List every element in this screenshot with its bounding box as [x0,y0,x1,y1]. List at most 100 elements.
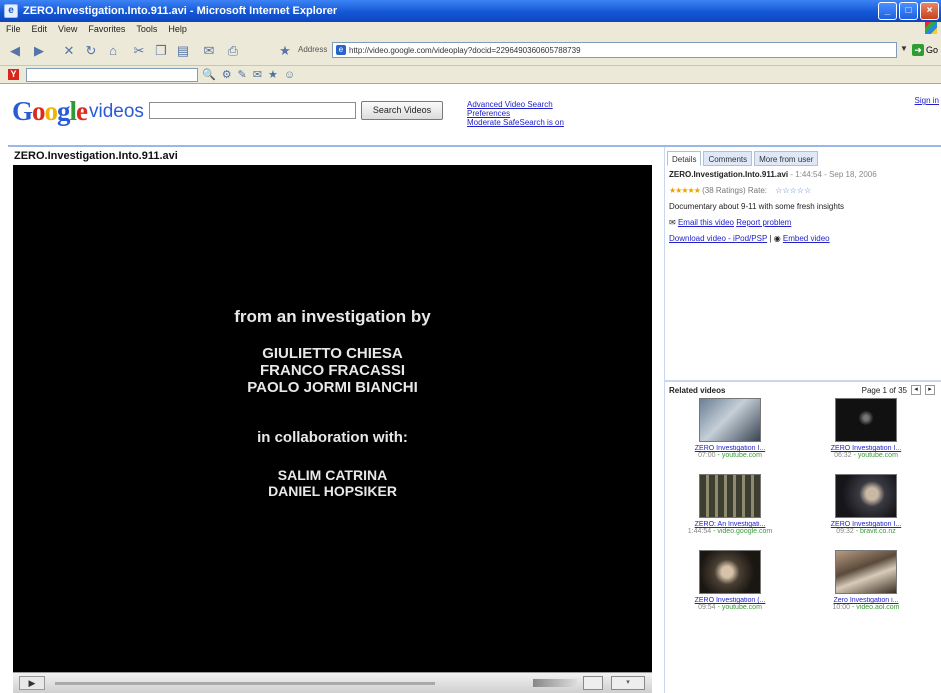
related-item[interactable]: ZERO Investigation I... 09:32 - bravit.c… [801,474,931,535]
credits-collaborators: SALIM CATRINA DANIEL HOPSIKER [13,467,652,499]
volume-slider[interactable] [533,679,577,687]
related-source: youtube.com [721,604,762,611]
window-titlebar: e ZERO.Investigation.Into.911.avi - Micr… [0,0,941,22]
seek-bar[interactable] [55,682,435,685]
embed-video-link[interactable]: Embed video [783,234,830,243]
logo-letter: o [44,96,58,126]
related-title[interactable]: ZERO Investigation I... [665,445,795,452]
related-item[interactable]: ZERO: An Investigati... 1:44:54 - video.… [665,474,795,535]
download-video-link[interactable]: Download video - iPod/PSP [669,234,767,243]
player-controls: ▶ ▾ [13,672,652,693]
rate-stars[interactable]: ☆☆☆☆☆ [775,186,811,195]
mail-icon[interactable]: ✉ [200,42,218,60]
related-thumbnail[interactable] [835,550,897,594]
logo-letter: e [76,96,88,126]
sign-in-link[interactable]: Sign in [915,96,939,105]
related-videos-panel: Related videos Page 1 of 35 ◂ ▸ ZERO Inv… [664,382,941,693]
favorites-icon[interactable]: ★ [276,42,294,60]
credits-lead: from an investigation by [234,307,431,326]
cut-icon[interactable]: ✂ [130,42,148,60]
related-title[interactable]: ZERO Investigation (... [665,597,795,604]
next-page-icon[interactable]: ▸ [925,385,935,395]
stop-icon[interactable]: ✕ [60,42,78,60]
video-title: ZERO.Investigation.Into.911.avi [14,150,178,162]
menu-edit[interactable]: Edit [32,24,48,34]
toolbar-icons[interactable]: 🔍⚙✎✉★☺ [202,68,301,81]
address-bar[interactable]: e http://video.google.com/videoplay?doci… [332,42,897,58]
minimize-button[interactable]: _ [878,2,897,20]
address-dropdown-icon[interactable]: ▼ [900,44,910,56]
menu-help[interactable]: Help [168,24,187,34]
address-url: http://video.google.com/videoplay?docid=… [349,45,581,55]
logo-letter: o [32,96,45,126]
related-duration: 06:32 [834,452,852,459]
logo-letter: G [12,96,33,126]
window-title: ZERO.Investigation.Into.911.avi - Micros… [23,5,338,17]
tab-details[interactable]: Details [667,151,702,166]
related-title[interactable]: ZERO: An Investigati... [665,521,795,528]
related-source: youtube.com [857,452,898,459]
video-search-input[interactable] [149,102,356,119]
toolbar-search-input[interactable] [26,68,198,82]
product-name: videos [89,101,144,122]
related-item[interactable]: ZERO Investigation (... 09:54 - youtube.… [665,550,795,611]
prev-page-icon[interactable]: ◂ [911,385,921,395]
ratings-count: (38 Ratings) Rate: [702,186,768,195]
advanced-search-link[interactable]: Advanced Video Search [467,100,564,109]
related-duration: 09:32 [836,528,854,535]
related-item[interactable]: ZERO Investigation I... 07:00 - youtube.… [665,398,795,459]
preferences-link[interactable]: Preferences [467,109,564,118]
forward-icon[interactable]: ▶ [30,42,48,60]
embed-radio-icon[interactable]: ◉ [774,234,781,243]
refresh-icon[interactable]: ↻ [82,42,100,60]
safesearch-link[interactable]: Moderate SafeSearch is on [467,118,564,127]
go-button[interactable]: ➜ Go [912,42,941,58]
tab-comments[interactable]: Comments [703,151,753,166]
report-problem-link[interactable]: Report problem [736,218,791,227]
related-title[interactable]: ZERO Investigation I... [801,445,931,452]
menu-favorites[interactable]: Favorites [88,24,125,34]
menu-tools[interactable]: Tools [136,24,157,34]
related-thumbnail[interactable] [699,398,761,442]
related-thumbnail[interactable] [835,474,897,518]
email-video-link[interactable]: Email this video [678,218,734,227]
menu-view[interactable]: View [58,24,77,34]
windows-logo-icon [925,22,937,34]
fullscreen-button[interactable] [583,676,603,690]
print-icon[interactable]: ⎙ [224,42,242,60]
play-button[interactable]: ▶ [19,676,45,690]
related-thumbnail[interactable] [699,550,761,594]
paste-icon[interactable]: ▤ [174,42,192,60]
links-toolbar: Y 🔍⚙✎✉★☺ [0,66,941,84]
search-options-links: Advanced Video Search Preferences Modera… [467,100,564,127]
window-buttons: _ □ × [878,2,939,20]
related-item[interactable]: ZERO Investigation I... 06:32 - youtube.… [801,398,931,459]
close-button[interactable]: × [920,2,939,20]
related-duration: 09:54 [698,604,716,611]
related-title[interactable]: Zero Investigation i... [801,597,931,604]
search-videos-button[interactable]: Search Videos [361,101,443,120]
google-logo[interactable]: Google [12,96,88,127]
page-indicator: Page 1 of 35 [861,385,907,395]
copy-icon[interactable]: ❐ [152,42,170,60]
credit-name: GIULIETTO CHIESA [262,345,403,362]
back-icon[interactable]: ◀ [6,42,24,60]
related-title[interactable]: ZERO Investigation I... [801,521,931,528]
size-button[interactable]: ▾ [611,676,645,690]
video-description: Documentary about 9-11 with some fresh i… [669,202,845,211]
tab-more-from-user[interactable]: More from user [754,151,819,166]
details-tabs: Details Comments More from user [667,151,819,166]
browser-toolbar: ◀ ▶ ✕ ↻ ⌂ ✂ ❐ ▤ ✉ ⎙ ★ Address e http://v… [0,36,941,66]
menu-file[interactable]: File [6,24,21,34]
related-thumbnail[interactable] [835,398,897,442]
maximize-button[interactable]: □ [899,2,918,20]
related-item[interactable]: Zero Investigation i... 10:00 - video.ao… [801,550,931,611]
related-heading: Related videos [669,386,726,395]
credit-name: DANIEL HOPSIKER [268,483,397,499]
home-icon[interactable]: ⌂ [104,42,122,60]
video-player[interactable]: from an investigation by GIULIETTO CHIES… [13,165,652,672]
related-thumbnail[interactable] [699,474,761,518]
related-source: bravit.co.nz [859,528,896,535]
go-label: Go [926,45,939,55]
menu-bar: File Edit View Favorites Tools Help [0,22,941,36]
